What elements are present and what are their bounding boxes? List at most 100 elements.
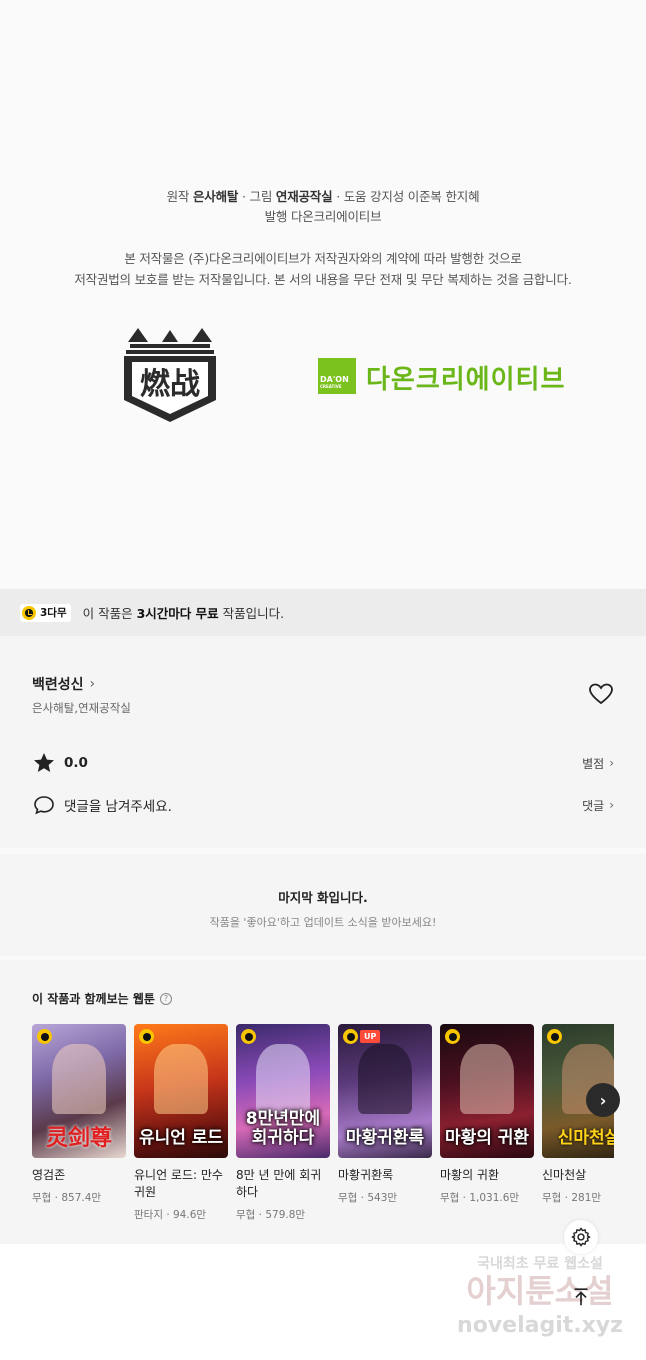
rating-link-label: 별점 [582,756,605,771]
clock-icon [22,605,36,620]
recommend-card[interactable]: 灵剑尊 영검존 무협 · 857.4만 [32,1024,126,1205]
recommend-heading: 이 작품과 함께보는 웹툰? [32,990,172,1007]
credits-section: 원작 은사해탈 · 그림 연재공작실 · 도움 강지성 이준복 한지혜 발행 다… [0,0,646,589]
free-notice-bar: 3다무 이 작품은 3시간마다 무료 작품입니다. [0,589,646,636]
free-text-suffix: 작품입니다. [218,606,285,621]
logo-left-text: 燃战 [140,367,200,402]
clock-icon [547,1029,562,1044]
watermark-line1: 국내최초 무료 웹소설 [477,1256,603,1272]
card-title: 8만 년 만에 회귀하다 [236,1168,322,1199]
card-title: 마황귀환록 [338,1168,394,1182]
up-badge: UP [360,1030,381,1043]
daon-mark-top: DA'ON [320,375,349,384]
watermark: 국내최초 무료 웹소설 아지툰소설 novelagit.xyz [457,1256,623,1338]
card-thumbnail: 마황의 귀환 [440,1024,534,1158]
thumbnail-art [52,1044,106,1114]
card-title: 마황의 귀환 [440,1168,500,1182]
chevron-right-icon: › [609,756,614,770]
card-thumbnail: 灵剑尊 [32,1024,126,1158]
comment-link-label: 댓글 [582,798,605,813]
credit-label-original: 원작 [166,189,193,204]
settings-button[interactable] [564,1220,598,1254]
thumbnail-art [256,1044,310,1114]
work-title: 백련성신 [32,677,84,693]
thumbnail-title: 유니언 로드 [138,1128,224,1148]
work-info-section: 백련성신 › 은사해탈,연재공작실 0.0 별점 › 댓글을 남겨주세요. 댓글 › [0,636,646,841]
thumbnail-title: 마황의 귀환 [444,1128,530,1148]
comment-row[interactable]: 댓글을 남겨주세요. 댓글 › [32,793,614,817]
last-episode-sub: 작품을 '좋아요'하고 업데이트 소식을 받아보세요! [209,916,437,929]
clock-icon [445,1029,460,1044]
thumbnail-title: 灵剑尊 [45,1126,112,1151]
clock-icon [241,1029,256,1044]
work-title-link[interactable]: 백련성신 › [32,674,95,694]
daon-mark-bottom: CREATIVE [320,384,342,389]
thumbnail-art [358,1044,412,1114]
rating-value: 0.0 [64,755,88,771]
recommend-card[interactable]: UP 마황귀환록 마황귀환록 무협 · 543만 [338,1024,432,1205]
card-meta: 무협 · 543만 [338,1192,398,1204]
clock-icon [37,1029,52,1044]
last-episode-section: 마지막 화입니다. 작품을 '좋아요'하고 업데이트 소식을 받아보세요! [0,848,646,952]
thumbnail-art [154,1044,208,1114]
gear-icon [571,1227,591,1247]
card-thumbnail: UP 마황귀환록 [338,1024,432,1158]
last-episode-heading: 마지막 화입니다. [278,890,368,905]
thumbnail-title: 8만년만에 회귀하다 [245,1109,321,1148]
chevron-right-icon: › [609,798,614,812]
card-meta: 판타지 · 94.6만 [134,1209,207,1221]
rating-row: 0.0 별점 › [32,751,614,775]
three-hour-free-badge: 3다무 [20,603,71,622]
star-icon [34,753,54,772]
comment-prompt: 댓글을 남겨주세요. [64,799,172,815]
card-thumbnail: 8만년만에 회귀하다 [236,1024,330,1158]
copyright-notice-1: 본 저작물은 (주)다온크리에이티브가 저작권자와의 계약에 따라 발행한 것으… [124,251,522,266]
card-title: 유니언 로드: 만수귀원 [134,1168,223,1199]
carousel-next-button[interactable]: › [586,1083,620,1117]
clock-icon [343,1029,358,1044]
daon-creative-logo: DA'ON CREATIVE 다온크리에이티브 [316,356,580,396]
card-meta: 무협 · 1,031.6만 [440,1192,520,1204]
recommend-card[interactable]: 유니언 로드 유니언 로드: 만수귀원 판타지 · 94.6만 [134,1024,228,1222]
card-title: 영검존 [32,1168,66,1182]
card-meta: 무협 · 281만 [542,1192,602,1204]
credit-assist: · 도움 강지성 이준복 한지혜 [332,189,480,204]
thumbnail-art [460,1044,514,1114]
rating-link[interactable]: 별점 › [582,755,614,772]
badge-label: 3다무 [40,607,67,619]
help-icon[interactable]: ? [159,992,172,1005]
card-thumbnail: 유니언 로드 [134,1024,228,1158]
watermark-line3: novelagit.xyz [457,1313,623,1338]
daon-mark: DA'ON CREATIVE [318,358,356,394]
scroll-top-button[interactable] [564,1280,598,1314]
recommend-section: 이 작품과 함께보는 웹툰? 灵剑尊 영검존 무협 · 857.4만 유니언 로… [0,956,646,1244]
credit-artist: 연재공작실 [275,189,333,204]
card-title: 신마천살 [542,1168,587,1182]
heart-icon[interactable] [588,682,614,706]
free-text-prefix: 이 작품은 [82,606,137,621]
comment-icon [34,796,54,815]
recommend-card[interactable]: 마황의 귀환 마황의 귀환 무협 · 1,031.6만 [440,1024,534,1205]
thumbnail-title: 마황귀환록 [345,1128,425,1148]
recommend-carousel[interactable]: 灵剑尊 영검존 무협 · 857.4만 유니언 로드 유니언 로드: 만수귀원 … [32,1024,614,1224]
clock-icon [139,1029,154,1044]
thumbnail-title: 신마천살 [557,1128,614,1148]
credit-author: 은사해탈 [193,189,239,204]
recommend-card[interactable]: 8만년만에 회귀하다 8만 년 만에 회귀하다 무협 · 579.8만 [236,1024,330,1222]
ranzhan-logo: 燃战 [124,328,216,422]
card-meta: 무협 · 579.8만 [236,1209,306,1221]
work-authors: 은사해탈,연재공작실 [32,701,131,715]
card-meta: 무협 · 857.4만 [32,1192,102,1204]
free-notice-text: 이 작품은 3시간마다 무료 작품입니다. [83,603,284,622]
chevron-right-icon: › [89,676,96,692]
credit-publisher: 발행 다온크리에이티브 [264,209,382,224]
arrow-up-icon [574,1288,588,1306]
credit-label-art: · 그림 [238,189,276,204]
credit-authors: 원작 은사해탈 · 그림 연재공작실 · 도움 강지성 이준복 한지혜 [0,186,646,205]
comment-link[interactable]: 댓글 › [582,797,614,814]
chevron-right-icon: › [599,1090,607,1110]
free-text-bold: 3시간마다 무료 [136,606,219,621]
recommend-heading-text: 이 작품과 함께보는 웹툰 [32,992,155,1006]
daon-wordmark: 다온크리에이티브 [366,365,566,395]
copyright-notice-2: 저작권법의 보호를 받는 저작물입니다. 본 서의 내용을 무단 전재 및 무단… [74,272,572,287]
